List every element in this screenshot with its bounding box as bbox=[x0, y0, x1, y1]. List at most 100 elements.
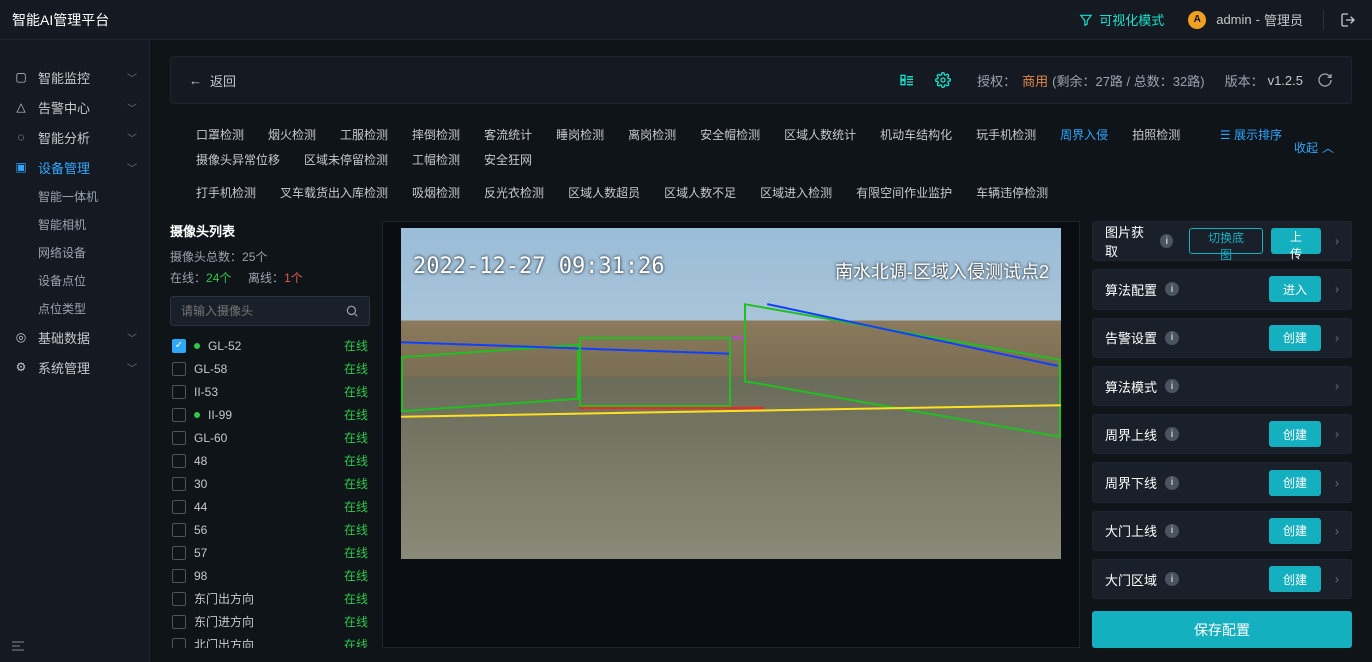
algorithm-tag[interactable]: 区域人数统计 bbox=[772, 122, 868, 147]
camera-checkbox[interactable] bbox=[172, 385, 186, 399]
info-icon[interactable]: i bbox=[1165, 282, 1179, 296]
algorithm-tag[interactable]: 区域人数不足 bbox=[652, 180, 748, 205]
config-button-上传[interactable]: 上传 bbox=[1271, 228, 1321, 254]
sidebar-submenu-item[interactable]: 点位类型 bbox=[0, 294, 149, 322]
back-button[interactable]: ← 返回 bbox=[189, 71, 236, 90]
sidebar-submenu-item[interactable]: 设备点位 bbox=[0, 266, 149, 294]
camera-row[interactable]: 44在线 bbox=[170, 495, 370, 518]
algorithm-tag[interactable]: 反光衣检测 bbox=[472, 180, 556, 205]
sidebar-menu-item[interactable]: ◎基础数据﹀ bbox=[0, 322, 149, 352]
camera-row[interactable]: 57在线 bbox=[170, 541, 370, 564]
visualization-mode-button[interactable]: 可视化模式 bbox=[1079, 10, 1164, 29]
config-button-创建[interactable]: 创建 bbox=[1269, 566, 1321, 592]
collapse-tags-button[interactable]: 收起 ︿ bbox=[1290, 122, 1338, 172]
algorithm-tag[interactable]: 烟火检测 bbox=[256, 122, 328, 147]
algorithm-tag[interactable]: 拍照检测 bbox=[1120, 122, 1192, 147]
camera-checkbox[interactable]: ✓ bbox=[172, 339, 186, 353]
algorithm-tag[interactable]: 车辆违停检测 bbox=[964, 180, 1060, 205]
info-icon[interactable]: i bbox=[1160, 234, 1173, 248]
camera-preview-image[interactable]: 2022-12-27 09:31:26 南水北调-区域入侵测试点2 bbox=[401, 228, 1061, 559]
list-icon[interactable] bbox=[899, 72, 915, 88]
algorithm-tag[interactable]: 玩手机检测 bbox=[964, 122, 1048, 147]
user-block[interactable]: A admin - 管理员 bbox=[1188, 10, 1303, 29]
camera-row[interactable]: ✓GL-52在线 bbox=[170, 334, 370, 357]
algorithm-tag[interactable]: 工服检测 bbox=[328, 122, 400, 147]
algorithm-tag[interactable]: 叉车载货出入库检测 bbox=[268, 180, 400, 205]
algorithm-tag[interactable]: 安全狂网 bbox=[472, 147, 544, 172]
camera-checkbox[interactable] bbox=[172, 569, 186, 583]
info-icon[interactable]: i bbox=[1165, 476, 1179, 490]
algorithm-tag[interactable]: 区域进入检测 bbox=[748, 180, 844, 205]
camera-checkbox[interactable] bbox=[172, 546, 186, 560]
chevron-right-icon[interactable]: › bbox=[1335, 476, 1339, 490]
info-icon[interactable]: i bbox=[1165, 524, 1179, 538]
sidebar-menu-item[interactable]: ▢智能监控﹀ bbox=[0, 62, 149, 92]
camera-checkbox[interactable] bbox=[172, 500, 186, 514]
chevron-right-icon[interactable]: › bbox=[1335, 524, 1339, 538]
sidebar-collapse-icon[interactable] bbox=[10, 638, 26, 654]
logout-icon[interactable] bbox=[1340, 12, 1356, 28]
config-button-创建[interactable]: 创建 bbox=[1269, 470, 1321, 496]
config-button-创建[interactable]: 创建 bbox=[1269, 518, 1321, 544]
camera-row[interactable]: 东门进方向在线 bbox=[170, 610, 370, 633]
info-icon[interactable]: i bbox=[1165, 572, 1179, 586]
camera-row[interactable]: II-53在线 bbox=[170, 380, 370, 403]
algorithm-tag[interactable]: 机动车结构化 bbox=[868, 122, 964, 147]
algorithm-tag[interactable]: 周界入侵 bbox=[1048, 122, 1120, 147]
camera-row[interactable]: 98在线 bbox=[170, 564, 370, 587]
sidebar-submenu-item[interactable]: 智能一体机 bbox=[0, 182, 149, 210]
algorithm-tag[interactable]: 安全帽检测 bbox=[688, 122, 772, 147]
camera-checkbox[interactable] bbox=[172, 454, 186, 468]
camera-row[interactable]: 30在线 bbox=[170, 472, 370, 495]
algorithm-tag[interactable]: 睡岗检测 bbox=[544, 122, 616, 147]
algorithm-tag[interactable]: 区域人数超员 bbox=[556, 180, 652, 205]
sidebar-menu-item[interactable]: △告警中心﹀ bbox=[0, 92, 149, 122]
camera-row[interactable]: 东门出方向在线 bbox=[170, 587, 370, 610]
algorithm-tag[interactable]: 吸烟检测 bbox=[400, 180, 472, 205]
algorithm-tag[interactable]: 客流统计 bbox=[472, 122, 544, 147]
sidebar-menu-item[interactable]: ⚙系统管理﹀ bbox=[0, 352, 149, 382]
camera-row[interactable]: GL-58在线 bbox=[170, 357, 370, 380]
info-icon[interactable]: i bbox=[1165, 331, 1179, 345]
camera-checkbox[interactable] bbox=[172, 362, 186, 376]
refresh-icon[interactable] bbox=[1317, 72, 1333, 88]
camera-checkbox[interactable] bbox=[172, 408, 186, 422]
algorithm-tag[interactable]: 工帽检测 bbox=[400, 147, 472, 172]
sidebar-menu-item[interactable]: ▣设备管理﹀ bbox=[0, 152, 149, 182]
algorithm-tag[interactable]: 有限空间作业监护 bbox=[844, 180, 964, 205]
camera-row[interactable]: II-99在线 bbox=[170, 403, 370, 426]
chevron-right-icon[interactable]: › bbox=[1335, 572, 1339, 586]
algorithm-tag[interactable]: 摔倒检测 bbox=[400, 122, 472, 147]
config-button-创建[interactable]: 创建 bbox=[1269, 421, 1321, 447]
camera-checkbox[interactable] bbox=[172, 523, 186, 537]
gear-icon[interactable] bbox=[935, 72, 951, 88]
config-button-进入[interactable]: 进入 bbox=[1269, 276, 1321, 302]
chevron-right-icon[interactable]: › bbox=[1335, 379, 1339, 393]
algorithm-tag[interactable]: 摄像头异常位移 bbox=[184, 147, 292, 172]
chevron-right-icon[interactable]: › bbox=[1335, 427, 1339, 441]
camera-checkbox[interactable] bbox=[172, 431, 186, 445]
algorithm-tag[interactable]: 打手机检测 bbox=[184, 180, 268, 205]
info-icon[interactable]: i bbox=[1165, 427, 1179, 441]
camera-row[interactable]: GL-60在线 bbox=[170, 426, 370, 449]
config-button-切换底图[interactable]: 切换底图 bbox=[1189, 228, 1263, 254]
sidebar-submenu-item[interactable]: 智能相机 bbox=[0, 210, 149, 238]
algorithm-tag[interactable]: 区域未停留检测 bbox=[292, 147, 400, 172]
search-icon[interactable] bbox=[345, 304, 359, 318]
chevron-right-icon[interactable]: › bbox=[1335, 282, 1339, 296]
camera-row[interactable]: 48在线 bbox=[170, 449, 370, 472]
save-config-button[interactable]: 保存配置 bbox=[1092, 611, 1352, 648]
camera-search-input[interactable] bbox=[181, 304, 345, 318]
chevron-right-icon[interactable]: › bbox=[1335, 331, 1339, 345]
sidebar-menu-item[interactable]: ◌智能分析﹀ bbox=[0, 122, 149, 152]
sidebar-submenu-item[interactable]: 网络设备 bbox=[0, 238, 149, 266]
camera-checkbox[interactable] bbox=[172, 592, 186, 606]
config-button-创建[interactable]: 创建 bbox=[1269, 325, 1321, 351]
camera-checkbox[interactable] bbox=[172, 615, 186, 629]
camera-row[interactable]: 56在线 bbox=[170, 518, 370, 541]
chevron-right-icon[interactable]: › bbox=[1335, 234, 1339, 248]
camera-row[interactable]: 北门出方向在线 bbox=[170, 633, 370, 648]
algorithm-tag[interactable]: 离岗检测 bbox=[616, 122, 688, 147]
algorithm-tag[interactable]: 口罩检测 bbox=[184, 122, 256, 147]
camera-checkbox[interactable] bbox=[172, 477, 186, 491]
